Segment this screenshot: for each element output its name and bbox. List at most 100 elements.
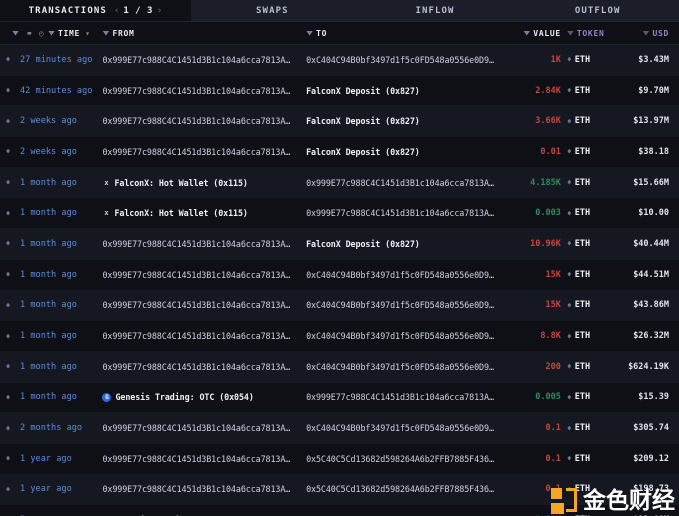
next-page-icon[interactable]: › xyxy=(157,6,162,16)
cell-token[interactable]: ♦ETH xyxy=(561,484,613,494)
tab-transactions[interactable]: TRANSACTIONS ‹ 1 / 3 › xyxy=(0,0,191,22)
transaction-time[interactable]: 1 month ago xyxy=(16,270,77,280)
table-row[interactable]: ♦ 42 minutes ago 0x999E77c988C4C1451d3B1c1… xyxy=(0,75,679,107)
table-row[interactable]: ♦ 1 year ago 0x999E77c988C4C1451d3B1c104a6… xyxy=(0,443,679,475)
cell-value: 0.1 xyxy=(545,423,561,434)
column-header-to[interactable]: TO xyxy=(298,29,502,38)
cell-to[interactable]: 0xC404C94B0bf3497d1f5c0FD548a0556e0D9… xyxy=(298,55,502,65)
cell-to[interactable]: 0x999E77c988C4C1451d3B1c104a6cca7813A… xyxy=(298,392,502,402)
cell-from[interactable]: 0x999E77c988C4C1451d3B1c104a6cca7813A… xyxy=(95,300,298,310)
transaction-time[interactable]: 1 month ago xyxy=(16,362,77,372)
filter-icon[interactable] xyxy=(12,30,19,36)
column-header-usd[interactable]: USD xyxy=(613,29,679,38)
prev-page-icon[interactable]: ‹ xyxy=(114,6,119,16)
link-icon[interactable]: ⚭ xyxy=(26,29,35,38)
cell-token[interactable]: ♦ETH xyxy=(561,300,613,310)
transaction-time[interactable]: 42 minutes ago xyxy=(16,86,92,96)
transaction-time[interactable]: 1 month ago xyxy=(16,239,77,249)
cell-to[interactable]: 0x999E77c988C4C1451d3B1c104a6cca7813A… xyxy=(298,178,502,188)
transaction-time[interactable]: 2 months ago xyxy=(16,423,82,433)
cell-to[interactable]: 0xC404C94B0bf3497d1f5c0FD548a0556e0D9… xyxy=(298,362,502,372)
column-header-token[interactable]: TOKEN xyxy=(561,29,613,38)
table-row[interactable]: ♦ 1 month ago 0x999E77c988C4C1451d3B1c104a… xyxy=(0,321,679,352)
tab-outflow[interactable]: OUTFLOW xyxy=(516,0,679,22)
transaction-time[interactable]: 1 month ago xyxy=(16,331,77,341)
cell-from[interactable]: 0x999E77c988C4C1451d3B1c104a6cca7813A… xyxy=(95,454,298,464)
transaction-time[interactable]: 1 year ago xyxy=(16,484,72,494)
cell-token[interactable]: ♦ETH xyxy=(561,362,613,372)
transaction-time[interactable]: 1 month ago xyxy=(16,178,77,188)
cell-to[interactable]: 0x5C40C5Cd13682d598264A6b2FFB7885F436… xyxy=(298,454,502,464)
clock-icon[interactable]: ◴ xyxy=(39,29,48,38)
cell-to[interactable]: 0x999E77c988C4C1451d3B1c104a6cca7813A… xyxy=(298,208,502,218)
table-row[interactable]: ♦ 1 month ago 0x999E77c988C4C1451d3B1c104a… xyxy=(0,351,679,383)
cell-token[interactable]: ♦ETH xyxy=(561,208,613,218)
transaction-time[interactable]: 1 month ago xyxy=(16,208,77,218)
cell-from[interactable]: 0x999E77c988C4C1451d3B1c104a6cca7813A… xyxy=(95,116,298,126)
cell-from[interactable]: 0x999E77c988C4C1451d3B1c104a6cca7813A… xyxy=(95,484,298,494)
cell-token[interactable]: ♦ETH xyxy=(561,392,613,402)
cell-from[interactable]: GGenesis Trading: OTC (0x054) xyxy=(95,392,298,402)
table-row[interactable]: ♦ 1 month ago x FalconX: Hot Wallet (0x115)… xyxy=(0,198,679,230)
table-row[interactable]: ♦2 years agoGGenesis Trading: OTC (0x054… xyxy=(0,505,679,516)
cell-to[interactable]: 0xC404C94B0bf3497d1f5c0FD548a0556e0D9… xyxy=(298,331,502,341)
transaction-time[interactable]: 2 weeks ago xyxy=(16,116,77,126)
column-header-time[interactable]: ⚭ ◴ TIME ▾ xyxy=(0,29,95,38)
cell-from[interactable]: 0x999E77c988C4C1451d3B1c104a6cca7813A… xyxy=(95,423,298,433)
cell-token[interactable]: ♦ETH xyxy=(561,423,613,433)
from-filter-icon[interactable] xyxy=(102,30,110,36)
table-row[interactable]: ♦ 1 year ago 0x999E77c988C4C1451d3B1c104a6… xyxy=(0,474,679,506)
sort-caret-icon[interactable]: ▾ xyxy=(85,29,91,38)
eth-diamond-icon: ♦ xyxy=(5,331,11,341)
table-row[interactable]: ♦ 27 minutes ago 0x999E77c988C4C1451d3B1c1… xyxy=(0,45,679,76)
table-row[interactable]: ♦ 1 month ago 0x999E77c988C4C1451d3B1c104a… xyxy=(0,229,679,260)
cell-to[interactable]: 0xC404C94B0bf3497d1f5c0FD548a0556e0D9… xyxy=(298,423,502,433)
usd-filter-icon[interactable] xyxy=(642,30,650,36)
cell-from[interactable]: 0x999E77c988C4C1451d3B1c104a6cca7813A… xyxy=(95,86,298,96)
cell-token[interactable]: ♦ETH xyxy=(561,86,613,96)
to-filter-icon[interactable] xyxy=(306,30,314,36)
cell-from[interactable]: x FalconX: Hot Wallet (0x115) xyxy=(95,178,298,188)
cell-to[interactable]: 0xC404C94B0bf3497d1f5c0FD548a0556e0D9… xyxy=(298,300,502,310)
table-row[interactable]: ♦ 2 weeks ago 0x999E77c988C4C1451d3B1c104a… xyxy=(0,106,679,138)
transaction-time[interactable]: 1 month ago xyxy=(16,300,77,310)
transaction-time[interactable]: 1 month ago xyxy=(16,392,77,402)
table-row[interactable]: ♦ 2 weeks ago 0x999E77c988C4C1451d3B1c104a… xyxy=(0,137,679,168)
cell-to[interactable]: 0x5C40C5Cd13682d598264A6b2FFB7885F436… xyxy=(298,484,502,494)
tab-swaps[interactable]: SWAPS xyxy=(191,0,354,22)
cell-token[interactable]: ♦ETH xyxy=(561,178,613,188)
transaction-time[interactable]: 27 minutes ago xyxy=(16,55,92,65)
table-row[interactable]: ♦ 1 month ago x FalconX: Hot Wallet (0x115)… xyxy=(0,167,679,199)
time-filter-icon[interactable] xyxy=(48,30,55,36)
token-filter-icon[interactable] xyxy=(566,30,574,36)
cell-from[interactable]: 0x999E77c988C4C1451d3B1c104a6cca7813A… xyxy=(95,147,298,157)
cell-token[interactable]: ♦ETH xyxy=(561,331,613,341)
column-header-from[interactable]: FROM xyxy=(95,29,298,38)
cell-token[interactable]: ♦ETH xyxy=(561,55,613,65)
cell-from[interactable]: 0x999E77c988C4C1451d3B1c104a6cca7813A… xyxy=(95,331,298,341)
transaction-time[interactable]: 1 year ago xyxy=(16,454,72,464)
cell-to[interactable]: FalconX Deposit (0x827) xyxy=(298,239,502,249)
cell-from[interactable]: 0x999E77c988C4C1451d3B1c104a6cca7813A… xyxy=(95,239,298,249)
cell-token[interactable]: ♦ETH xyxy=(561,116,613,126)
cell-token[interactable]: ♦ETH xyxy=(561,270,613,280)
cell-to[interactable]: FalconX Deposit (0x827) xyxy=(298,86,502,96)
cell-token[interactable]: ♦ETH xyxy=(561,454,613,464)
cell-to[interactable]: FalconX Deposit (0x827) xyxy=(298,147,502,157)
cell-from[interactable]: 0x999E77c988C4C1451d3B1c104a6cca7813A… xyxy=(95,362,298,372)
value-filter-icon[interactable] xyxy=(523,30,531,36)
cell-from[interactable]: 0x999E77c988C4C1451d3B1c104a6cca7813A… xyxy=(95,270,298,280)
cell-to[interactable]: FalconX Deposit (0x827) xyxy=(298,116,502,126)
table-row[interactable]: ♦ 1 month ago 0x999E77c988C4C1451d3B1c104a… xyxy=(0,290,679,322)
cell-token[interactable]: ♦ETH xyxy=(561,147,613,157)
cell-token[interactable]: ♦ETH xyxy=(561,239,613,249)
column-header-value[interactable]: VALUE xyxy=(502,29,561,38)
cell-from[interactable]: x FalconX: Hot Wallet (0x115) xyxy=(95,208,298,218)
transaction-time[interactable]: 2 weeks ago xyxy=(16,147,77,157)
table-row[interactable]: ♦ 1 month ago 0x999E77c988C4C1451d3B1c104a… xyxy=(0,259,679,291)
table-row[interactable]: ♦ 1 month ago G Genesis Trading: OTC (0x054… xyxy=(0,382,679,414)
tab-inflow[interactable]: INFLOW xyxy=(354,0,517,22)
cell-from[interactable]: 0x999E77c988C4C1451d3B1c104a6cca7813A… xyxy=(95,55,298,65)
table-row[interactable]: ♦ 2 months ago 0x999E77c988C4C1451d3B1c104… xyxy=(0,413,679,444)
cell-to[interactable]: 0xC404C94B0bf3497d1f5c0FD548a0556e0D9… xyxy=(298,270,502,280)
